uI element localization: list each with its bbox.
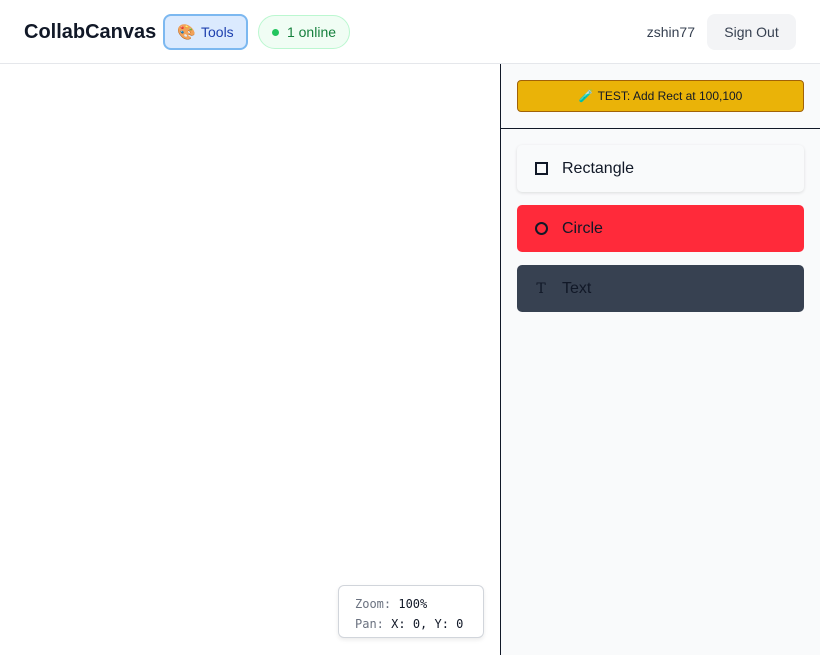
tool-rectangle[interactable]: Rectangle: [517, 145, 804, 192]
sidebar-test-section: 🧪 TEST: Add Rect at 100,100: [501, 64, 820, 129]
online-count-label: 1 online: [286, 24, 337, 40]
pan-value: X: 0, Y: 0: [391, 617, 464, 631]
test-tube-icon: 🧪: [578, 89, 594, 103]
app-header: CollabCanvas 🎨 Tools 1 online zshin77 Si…: [0, 0, 820, 64]
app-title: CollabCanvas: [24, 21, 157, 43]
tools-button[interactable]: 🎨 Tools: [163, 14, 248, 50]
username: zshin77: [646, 24, 695, 40]
text-icon: T: [536, 280, 546, 297]
zoom-value: 100%: [398, 597, 428, 611]
sign-out-button[interactable]: Sign Out: [707, 14, 796, 50]
test-button-label: TEST: Add Rect at 100,100: [597, 89, 743, 103]
pan-readout: Pan: X: 0, Y: 0: [355, 614, 483, 634]
palette-icon: 🎨: [177, 23, 196, 41]
test-add-rect-button[interactable]: 🧪 TEST: Add Rect at 100,100: [517, 80, 804, 112]
online-status-badge: 1 online: [258, 15, 350, 49]
square-icon: [534, 162, 548, 176]
tools-sidebar: 🧪 TEST: Add Rect at 100,100 Rectangle Ci…: [501, 64, 820, 655]
zoom-label: Zoom:: [355, 597, 392, 611]
zoom-readout: Zoom: 100%: [355, 594, 483, 614]
tool-rectangle-label: Rectangle: [562, 159, 635, 177]
circle-icon: [534, 222, 548, 236]
tools-button-label: Tools: [201, 24, 234, 40]
zoom-pan-indicator: Zoom: 100% Pan: X: 0, Y: 0: [338, 585, 484, 638]
tool-circle[interactable]: Circle: [517, 205, 804, 252]
tool-text[interactable]: T Text: [517, 265, 804, 312]
tool-text-label: Text: [562, 279, 592, 297]
online-dot-icon: [271, 28, 279, 36]
pan-label: Pan:: [355, 617, 384, 631]
tool-circle-label: Circle: [562, 219, 603, 237]
drawing-canvas[interactable]: Zoom: 100% Pan: X: 0, Y: 0: [0, 64, 500, 655]
